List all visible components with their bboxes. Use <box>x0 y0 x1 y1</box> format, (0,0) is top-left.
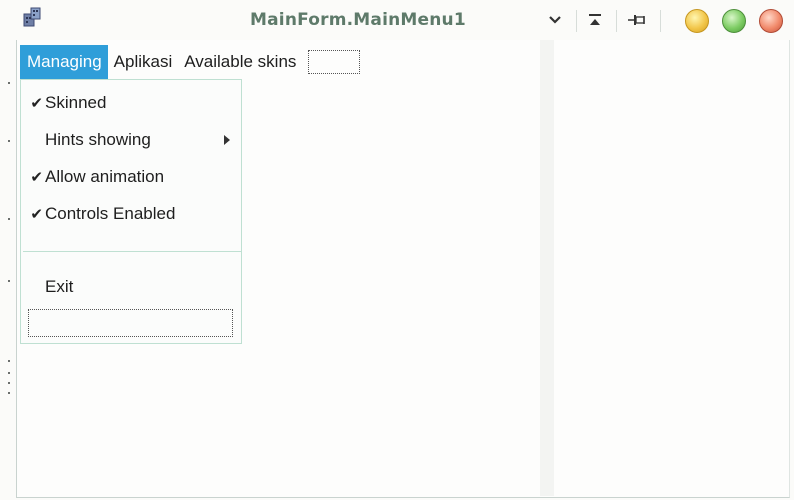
minimize-button[interactable] <box>685 9 709 33</box>
menu-item-label: Hints showing <box>45 130 151 149</box>
menu-item-label: Exit <box>45 277 74 296</box>
move-to-top-icon[interactable] <box>580 8 610 32</box>
menu-item-skinned[interactable]: ✔ Skinned <box>21 88 241 118</box>
menu-available-skins[interactable]: Available skins <box>178 45 302 79</box>
check-icon: ✔ <box>30 95 43 112</box>
grid-dots <box>6 20 12 420</box>
menu-item-label: Skinned <box>45 93 107 112</box>
menu-aplikasi[interactable]: Aplikasi <box>108 45 179 79</box>
pin-icon[interactable] <box>620 8 654 32</box>
managing-dropdown-menu: ✔ Skinned Hints showing ✔ Allow animatio… <box>20 79 242 344</box>
title-bar: MainForm.MainMenu1 <box>0 0 794 40</box>
menu-item-label: Controls Enabled <box>45 204 176 223</box>
main-menu-bar: Managing Aplikasi Available skins <box>20 45 361 79</box>
chevron-down-icon[interactable] <box>540 8 570 32</box>
designer-canvas: MainForm.MainMenu1 Managing Aplikasi Ava… <box>0 0 794 500</box>
menu-item-exit[interactable]: Exit <box>21 272 241 302</box>
menu-item-allow-animation[interactable]: ✔ Allow animation <box>21 162 241 192</box>
new-menu-item-placeholder[interactable] <box>308 50 361 74</box>
menu-item-label: Allow animation <box>45 167 165 186</box>
close-button[interactable] <box>759 9 783 33</box>
submenu-arrow-icon <box>224 135 230 145</box>
new-submenu-item-placeholder[interactable] <box>28 309 233 337</box>
menu-separator <box>23 251 241 252</box>
background-stripe <box>540 40 554 496</box>
menu-managing[interactable]: Managing <box>20 45 108 79</box>
app-icon[interactable] <box>22 6 42 28</box>
window-title: MainForm.MainMenu1 <box>250 10 466 30</box>
menu-item-hints-showing[interactable]: Hints showing <box>21 125 241 155</box>
menu-item-controls-enabled[interactable]: ✔ Controls Enabled <box>21 199 241 229</box>
check-icon: ✔ <box>30 206 43 223</box>
check-icon: ✔ <box>30 169 43 186</box>
maximize-button[interactable] <box>722 9 746 33</box>
